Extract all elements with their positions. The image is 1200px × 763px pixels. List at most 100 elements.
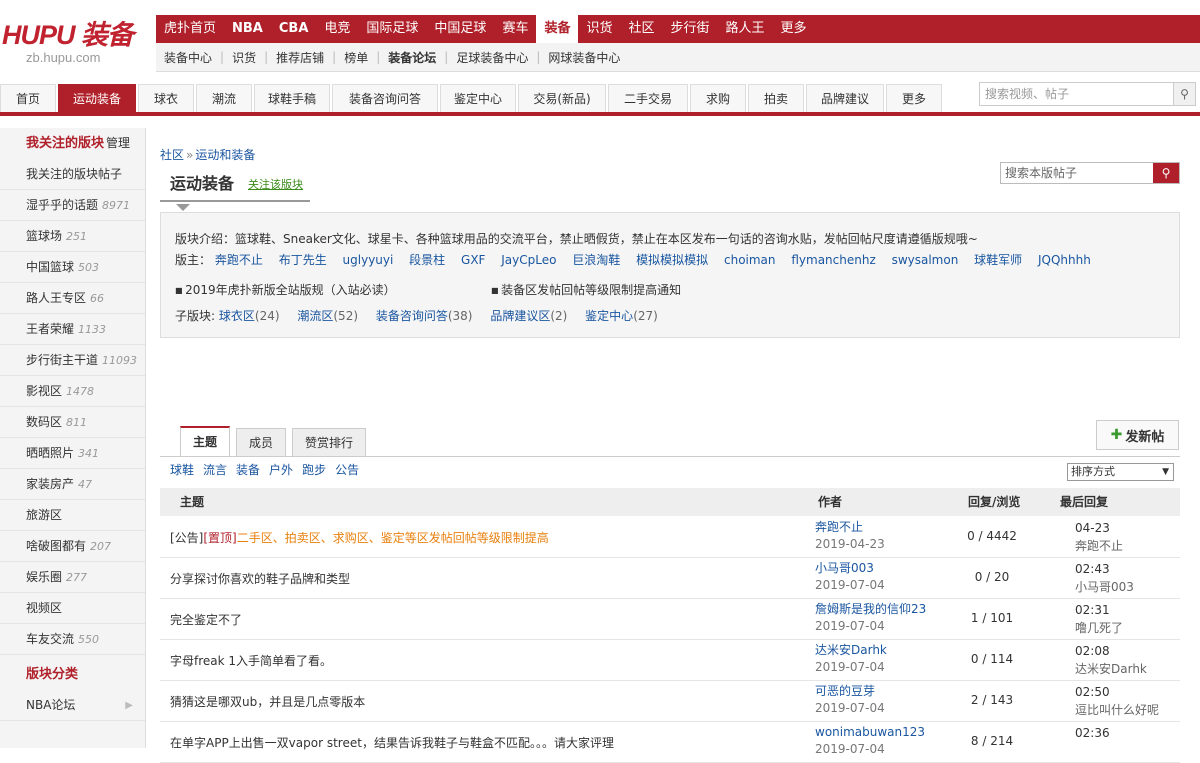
subnav-tennis-gear[interactable]: 网球装备中心 <box>540 49 628 66</box>
moderator-link[interactable]: 巨浪淘鞋 <box>572 253 620 267</box>
sidebar-item[interactable]: 我关注的版块帖子 <box>0 159 145 190</box>
subnav-forum[interactable]: 装备论坛 <box>380 49 444 66</box>
topnav-home[interactable]: 虎扑首页 <box>156 15 224 43</box>
subnav-ranking[interactable]: 榜单 <box>336 49 376 66</box>
subforum-item[interactable]: 潮流区(52) <box>297 309 358 323</box>
sidebar-item[interactable]: 路人王专区 66 <box>0 283 145 314</box>
filter-gear[interactable]: 装备 <box>236 461 260 478</box>
moderator-link[interactable]: swysalmon <box>892 253 959 267</box>
breadcrumb-sports-gear[interactable]: 运动和装备 <box>195 148 255 162</box>
last-reply-user[interactable]: 逗比叫什么好呢 <box>1075 703 1159 717</box>
topnav-intl-soccer[interactable]: 国际足球 <box>358 15 426 43</box>
filter-outdoor[interactable]: 户外 <box>269 461 293 478</box>
topic-link[interactable]: 二手区、拍卖区、求购区、鉴定等区发帖回帖等级限制提高 <box>237 531 549 545</box>
mainnav-gear-qa[interactable]: 装备咨询问答 <box>332 84 438 112</box>
moderator-link[interactable]: JayCpLeo <box>501 253 556 267</box>
mainnav-brand-suggestions[interactable]: 品牌建议 <box>806 84 884 112</box>
sidebar-item[interactable]: 王者荣耀 1133 <box>0 314 145 345</box>
tab-topics[interactable]: 主题 <box>180 426 231 456</box>
mainnav-authentication[interactable]: 鉴定中心 <box>440 84 516 112</box>
mainnav-wanted[interactable]: 求购 <box>690 84 746 112</box>
rule-link[interactable]: 装备区发帖回帖等级限制提高通知 <box>491 281 807 300</box>
topnav-esports[interactable]: 电竞 <box>316 15 358 43</box>
subforum-item[interactable]: 装备咨询问答(38) <box>376 309 473 323</box>
topnav-cba[interactable]: CBA <box>271 15 317 43</box>
last-reply-user[interactable]: 达米安Darhk <box>1075 662 1147 676</box>
moderator-link[interactable]: GXF <box>461 253 485 267</box>
topnav-bxj[interactable]: 步行街 <box>663 15 718 43</box>
sidebar-item[interactable]: 篮球场 251 <box>0 221 145 252</box>
forum-search-input[interactable]: 搜索本版帖子 <box>1001 163 1153 183</box>
mainnav-jersey[interactable]: 球衣 <box>138 84 194 112</box>
breadcrumb-community[interactable]: 社区 <box>160 148 184 162</box>
subnav-shihuo[interactable]: 识货 <box>224 49 264 66</box>
moderator-link[interactable]: 布丁先生 <box>279 253 327 267</box>
sidebar-item[interactable]: 晒晒照片 341 <box>0 438 145 469</box>
sidebar-item[interactable]: 数码区 811 <box>0 407 145 438</box>
topnav-gear[interactable]: 装备 <box>536 15 579 43</box>
filter-sneakers[interactable]: 球鞋 <box>170 461 194 478</box>
mainnav-home[interactable]: 首页 <box>0 84 56 112</box>
follow-forum-link[interactable]: 关注该版块 <box>248 176 303 192</box>
filter-rumors[interactable]: 流言 <box>203 461 227 478</box>
moderator-link[interactable]: flymanchenhz <box>791 253 875 267</box>
moderator-link[interactable]: 段景柱 <box>409 253 445 267</box>
topnav-community[interactable]: 社区 <box>620 15 662 43</box>
topic-link[interactable]: 完全鉴定不了 <box>170 613 242 627</box>
rule-link[interactable]: 2019年虎扑新版全站版规（入站必读） <box>175 281 491 300</box>
sidebar-item[interactable]: 中国篮球 503 <box>0 252 145 283</box>
sidebar-item[interactable]: 车友交流 550 <box>0 624 145 655</box>
topic-link[interactable]: 分享探讨你喜欢的鞋子品牌和类型 <box>170 572 350 586</box>
author-link[interactable]: 小马哥003 <box>815 561 874 575</box>
topnav-more[interactable]: 更多 <box>773 15 815 43</box>
filter-announcement[interactable]: 公告 <box>335 461 359 478</box>
moderator-link[interactable]: 奔跑不止 <box>215 253 263 267</box>
author-link[interactable]: 奔跑不止 <box>815 520 863 534</box>
mainnav-trade-new[interactable]: 交易(新品) <box>518 84 606 112</box>
filter-running[interactable]: 跑步 <box>302 461 326 478</box>
subforum-item[interactable]: 球衣区(24) <box>219 309 280 323</box>
subnav-gear-center[interactable]: 装备中心 <box>156 49 220 66</box>
subforum-item[interactable]: 鉴定中心(27) <box>585 309 658 323</box>
sort-select[interactable]: 排序方式 ▼ <box>1067 463 1174 481</box>
topnav-nba[interactable]: NBA <box>224 15 271 43</box>
moderator-link[interactable]: 模拟模拟模拟 <box>636 253 708 267</box>
tab-reward-ranking[interactable]: 赞赏排行 <box>292 428 367 456</box>
topic-link[interactable]: 字母freak 1入手简单看了看。 <box>170 654 332 668</box>
hupu-logo[interactable]: HUPU 装备 zb.hupu.com <box>2 20 152 70</box>
moderator-link[interactable]: 球鞋军师 <box>974 253 1022 267</box>
mainnav-secondhand[interactable]: 二手交易 <box>608 84 688 112</box>
sidebar-item[interactable]: 视频区 <box>0 593 145 624</box>
moderator-link[interactable]: choiman <box>724 253 776 267</box>
global-search-input[interactable]: 搜索视频、帖子 <box>980 83 1173 105</box>
sidebar-item[interactable]: 湿乎乎的话题 8971 <box>0 190 145 221</box>
moderator-link[interactable]: JQQhhhh <box>1038 253 1091 267</box>
sidebar-item[interactable]: 家装房产 47 <box>0 469 145 500</box>
tab-members[interactable]: 成员 <box>236 428 287 456</box>
sidebar-category-item[interactable]: NBA论坛 ▶ <box>0 690 145 721</box>
subforum-item[interactable]: 品牌建议区(2) <box>490 309 567 323</box>
forum-search-button[interactable]: ⚲ <box>1153 163 1179 183</box>
topic-link[interactable]: 猜猜这是哪双ub，并且是几点零版本 <box>170 695 365 709</box>
sidebar-item[interactable]: 旅游区 <box>0 500 145 531</box>
mainnav-auction[interactable]: 拍卖 <box>748 84 804 112</box>
last-reply-user[interactable]: 噜几死了 <box>1075 621 1123 635</box>
mainnav-more[interactable]: 更多 <box>886 84 942 112</box>
author-link[interactable]: 可恶的豆芽 <box>815 684 875 698</box>
topnav-lurenwang[interactable]: 路人王 <box>718 15 773 43</box>
subnav-shops[interactable]: 推荐店铺 <box>268 49 332 66</box>
global-search-button[interactable]: ⚲ <box>1173 83 1195 105</box>
author-link[interactable]: 詹姆斯是我的信仰23 <box>815 602 926 616</box>
author-link[interactable]: 达米安Darhk <box>815 643 887 657</box>
sidebar-item[interactable]: 啥破图都有 207 <box>0 531 145 562</box>
sidebar-item[interactable]: 娱乐圈 277 <box>0 562 145 593</box>
moderator-link[interactable]: uglyyuyi <box>343 253 394 267</box>
mainnav-sneaker-drafts[interactable]: 球鞋手稿 <box>254 84 330 112</box>
mainnav-sports-gear[interactable]: 运动装备 <box>58 84 136 112</box>
topnav-cn-soccer[interactable]: 中国足球 <box>426 15 494 43</box>
sidebar-item[interactable]: 影视区 1478 <box>0 376 145 407</box>
new-post-button[interactable]: ✚ 发新帖 <box>1096 420 1179 450</box>
subnav-soccer-gear[interactable]: 足球装备中心 <box>448 49 536 66</box>
mainnav-trend[interactable]: 潮流 <box>196 84 252 112</box>
last-reply-user[interactable]: 奔跑不止 <box>1075 539 1123 553</box>
